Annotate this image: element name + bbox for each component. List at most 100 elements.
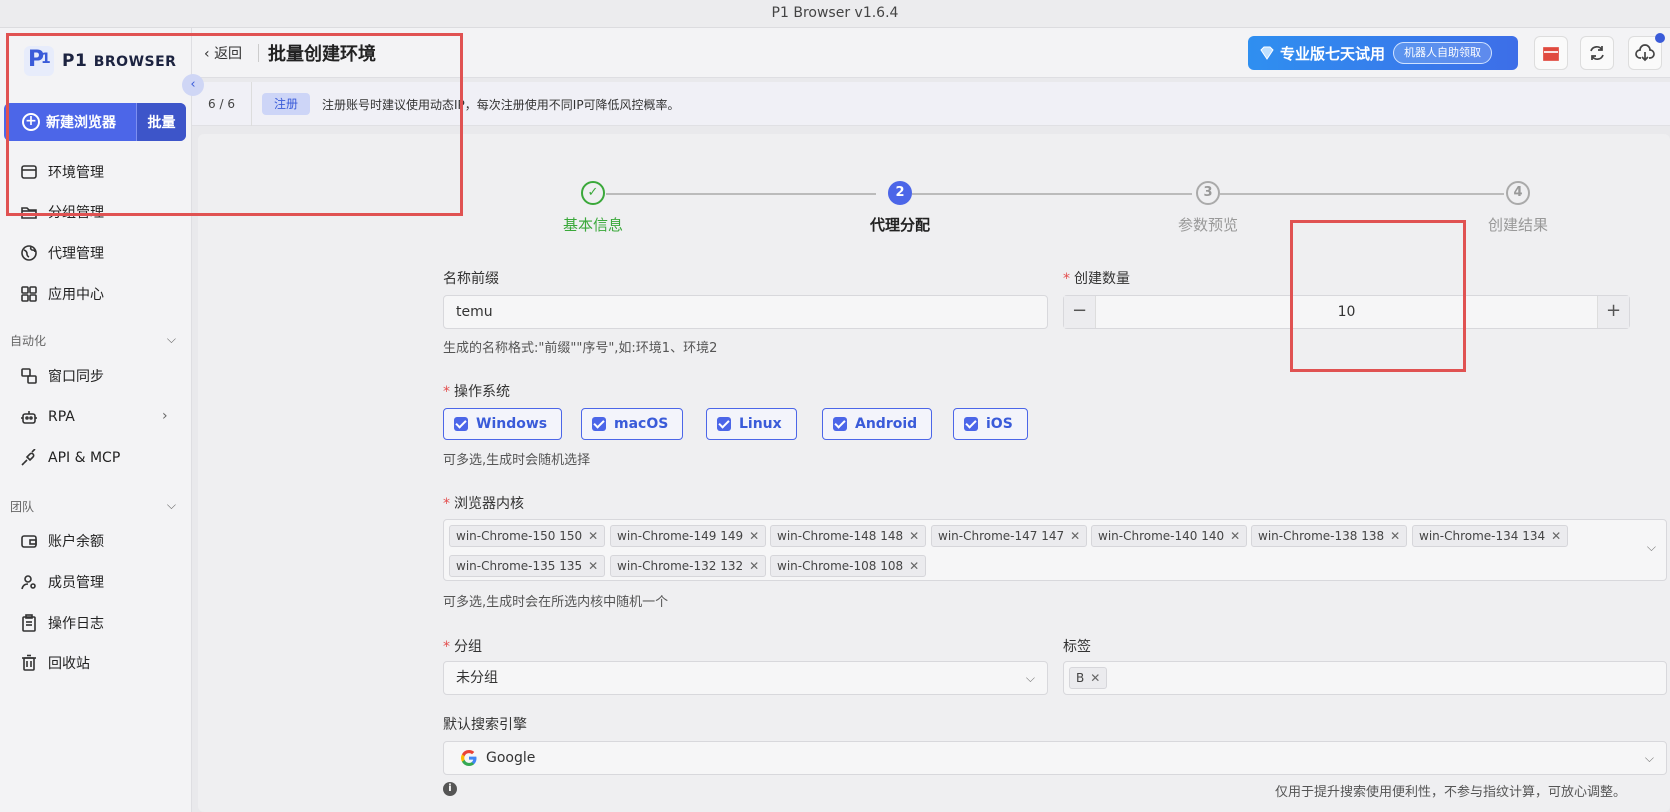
sidebar-item-proxies[interactable]: 代理管理: [20, 241, 104, 265]
info-bar: 6 / 6 注册 注册账号时建议使用动态IP，每次注册使用不同IP可降低风控概率…: [192, 82, 1670, 126]
os-checkbox-linux[interactable]: Linux: [706, 408, 797, 440]
os-checkbox-macos[interactable]: macOS: [581, 408, 684, 440]
tag-select[interactable]: B ✕: [1063, 661, 1667, 695]
window-title-bar: P1 Browser v1.6.4: [0, 0, 1670, 28]
new-browser-button-group: + 新建浏览器 批量: [4, 103, 186, 141]
clipboard-icon: [20, 614, 38, 632]
step-connector: [912, 193, 1192, 195]
remove-tag-icon[interactable]: ✕: [1551, 529, 1561, 543]
sidebar-item-window-sync[interactable]: 窗口同步: [20, 364, 104, 388]
kernel-tag: win-Chrome-148 148 ✕: [770, 525, 927, 547]
quantity-input[interactable]: 10: [1096, 296, 1597, 328]
page-header: ‹ 返回 批量创建环境 专业版七天试用 机器人自助领取: [192, 28, 1670, 78]
kernel-tag: win-Chrome-150 150 ✕: [449, 525, 606, 547]
sidebar-item-members[interactable]: 成员管理: [20, 570, 104, 594]
chevron-right-icon: ›: [162, 408, 168, 424]
remove-tag-icon[interactable]: ✕: [909, 559, 919, 573]
chevron-down-icon: ⌵: [1646, 540, 1656, 554]
promo-text: 专业版七天试用: [1280, 44, 1386, 63]
main-panel: [198, 134, 1670, 812]
os-checkbox-windows[interactable]: Windows: [443, 408, 563, 440]
gift-icon: [1543, 47, 1559, 61]
kernel-tag: win-Chrome-147 147 ✕: [931, 525, 1088, 547]
name-prefix-input[interactable]: temu: [443, 295, 1048, 329]
step-4-label: 创建结果: [1487, 216, 1548, 234]
sidebar-item-app-center[interactable]: 应用中心: [20, 282, 104, 306]
search-engine-select[interactable]: Google ⌵: [443, 741, 1667, 775]
os-hint: 可多选,生成时会随机选择: [443, 453, 591, 468]
sidebar-item-rpa[interactable]: RPA: [20, 405, 75, 429]
os-label: * 操作系统: [443, 384, 510, 400]
new-browser-button[interactable]: + 新建浏览器: [4, 103, 136, 141]
plus-circle-icon: +: [22, 113, 40, 131]
window-sync-icon: [20, 367, 38, 385]
browser-window-icon: [20, 163, 38, 181]
kernel-tag: win-Chrome-140 140 ✕: [1091, 525, 1248, 547]
batch-button[interactable]: 批量: [136, 103, 186, 141]
checkbox-checked-icon: [964, 417, 978, 431]
folder-icon: [20, 203, 38, 221]
kernel-multiselect[interactable]: win-Chrome-150 150 ✕ win-Chrome-149 149 ✕ …: [443, 519, 1667, 581]
step-3-number: 3: [1196, 181, 1220, 205]
checkbox-checked-icon: [833, 417, 847, 431]
logo-text-sub: BROWSER: [93, 54, 177, 70]
kernel-tag: win-Chrome-138 138 ✕: [1251, 525, 1408, 547]
refresh-icon: [1590, 46, 1604, 60]
promo-claim-button[interactable]: 机器人自助领取: [1393, 42, 1493, 64]
app-logo: P1 BROWSER: [24, 46, 176, 76]
step-1-label: 基本信息: [562, 216, 623, 234]
sidebar-item-logs[interactable]: 操作日志: [20, 611, 104, 635]
user-gear-icon: [20, 573, 38, 591]
kernel-tag: win-Chrome-134 134 ✕: [1412, 525, 1569, 547]
section-team[interactable]: 团队 ⌵: [10, 498, 176, 515]
chevron-down-icon: ⌵: [1644, 751, 1654, 765]
step-3-label: 参数预览: [1177, 216, 1238, 234]
remove-tag-icon[interactable]: ✕: [1090, 671, 1100, 685]
gift-button[interactable]: [1534, 36, 1568, 70]
chevron-down-icon: ⌵: [166, 332, 176, 346]
remove-tag-icon[interactable]: ✕: [909, 529, 919, 543]
download-button[interactable]: [1628, 33, 1665, 70]
step-4-number: 4: [1506, 181, 1530, 205]
quantity-stepper: − 10 +: [1063, 295, 1630, 329]
grid-icon: [20, 285, 38, 303]
refresh-button[interactable]: [1580, 36, 1614, 70]
trash-icon: [20, 654, 38, 672]
sidebar-item-balance[interactable]: 账户余额: [20, 529, 104, 553]
remove-tag-icon[interactable]: ✕: [588, 559, 598, 573]
sidebar-collapse-button[interactable]: ‹: [182, 74, 204, 96]
kernel-tag: win-Chrome-132 132 ✕: [610, 555, 767, 577]
sidebar-item-environments[interactable]: 环境管理: [20, 160, 104, 184]
wallet-icon: [20, 532, 38, 550]
group-label: * 分组: [443, 639, 482, 655]
remove-tag-icon[interactable]: ✕: [1390, 529, 1400, 543]
remove-tag-icon[interactable]: ✕: [1230, 529, 1240, 543]
sidebar-item-recycle-bin[interactable]: 回收站: [20, 651, 90, 675]
checkbox-checked-icon: [454, 417, 468, 431]
step-1-check-icon: ✓: [581, 181, 605, 205]
name-prefix-hint: 生成的名称格式:"前缀""序号",如:环境1、环境2: [443, 341, 718, 356]
tip-tag[interactable]: 注册: [262, 93, 311, 115]
step-2-number: 2: [888, 181, 912, 205]
diamond-icon: [1260, 46, 1274, 60]
remove-tag-icon[interactable]: ✕: [749, 559, 759, 573]
remove-tag-icon[interactable]: ✕: [588, 529, 598, 543]
search-engine-label: 默认搜索引擎: [443, 717, 527, 733]
os-checkbox-ios[interactable]: iOS: [953, 408, 1028, 440]
step-2-label: 代理分配: [869, 216, 930, 234]
name-prefix-label: 名称前缀: [443, 271, 499, 287]
pro-trial-banner[interactable]: 专业版七天试用 机器人自助领取: [1248, 36, 1518, 70]
remove-tag-icon[interactable]: ✕: [1070, 529, 1080, 543]
decrement-button[interactable]: −: [1064, 296, 1096, 328]
back-button[interactable]: ‹ 返回: [204, 43, 242, 63]
group-select[interactable]: 未分组 ⌵: [443, 661, 1048, 695]
sidebar-item-groups[interactable]: 分组管理: [20, 200, 104, 224]
increment-button[interactable]: +: [1597, 296, 1629, 328]
remove-tag-icon[interactable]: ✕: [749, 529, 759, 543]
tip-message: 注册账号时建议使用动态IP，每次注册使用不同IP可降低风控概率。: [322, 98, 680, 112]
sidebar-item-api-mcp[interactable]: API & MCP: [20, 446, 120, 470]
plug-icon: [20, 449, 38, 467]
os-checkbox-android[interactable]: Android: [822, 408, 933, 440]
search-engine-hint: 仅用于提升搜索使用便利性，不参与指纹计算，可放心调整。: [1275, 785, 1627, 800]
section-automation[interactable]: 自动化 ⌵: [10, 332, 176, 349]
